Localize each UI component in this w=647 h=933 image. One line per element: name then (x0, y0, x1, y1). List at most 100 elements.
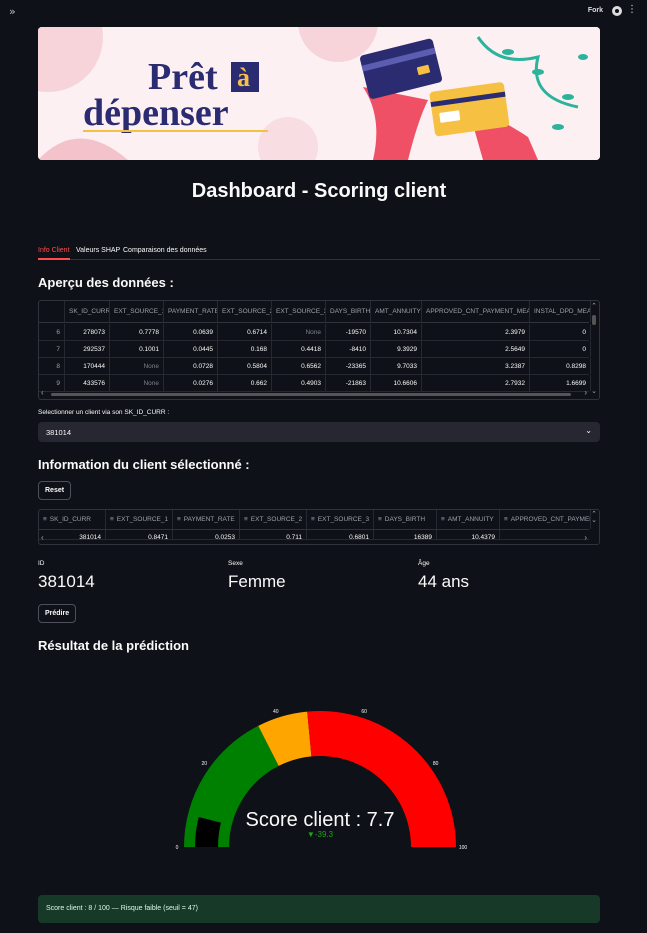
table-cell[interactable]: 0 (530, 324, 591, 340)
column-header-label: EXT_SOURCE_1 (116, 516, 169, 523)
column-header[interactable]: ≡ AMT_ANNUITY (437, 510, 500, 529)
table-cell[interactable]: 0.0639 (164, 324, 218, 340)
active-tab-indicator (38, 258, 70, 260)
column-type-icon: ≡ (378, 516, 382, 523)
table-cell[interactable]: 0.6562 (272, 358, 326, 374)
row-index: 7 (39, 341, 65, 357)
overview-heading: Aperçu des données : (38, 275, 174, 290)
table-cell[interactable]: 0 (530, 341, 591, 357)
table-cell[interactable]: -8410 (326, 341, 371, 357)
column-header[interactable]: EXT_SOURCE_2 (218, 301, 272, 322)
fork-button[interactable]: Fork (588, 7, 603, 14)
reset-button[interactable]: Reset (38, 481, 72, 500)
table-cell[interactable]: 0.168 (218, 341, 272, 357)
table-cell[interactable]: 0.4418 (272, 341, 326, 357)
table-cell[interactable]: 278073 (65, 324, 110, 340)
column-header[interactable]: APPROVED_CNT_PAYMENT_MEAN (422, 301, 530, 322)
banner-text-line2: dépenser (83, 92, 229, 134)
table-cell[interactable]: 10.7304 (371, 324, 422, 340)
column-header[interactable]: ≡ EXT_SOURCE_2 (240, 510, 307, 529)
table-cell[interactable]: 0.6714 (218, 324, 272, 340)
column-header-label: EXT_SOURCE_2 (250, 516, 303, 523)
column-header[interactable]: ≡ SK_ID_CURR (39, 510, 106, 529)
column-header[interactable]: ≡ EXT_SOURCE_1 (106, 510, 173, 529)
column-header-label: EXT_SOURCE_3 (317, 516, 370, 523)
column-header[interactable]: INSTAL_DPD_MEAN (530, 301, 591, 322)
gauge-delta-text: ▼-39.3 (307, 830, 334, 839)
column-header-label: SK_ID_CURR (49, 516, 91, 523)
column-header[interactable]: ≡ DAYS_BIRTH (374, 510, 437, 529)
column-header[interactable]: EXT_SOURCE_3 (272, 301, 326, 322)
column-header-label: PAYMENT_RATE (183, 516, 235, 523)
column-header-label: AMT_ANNUITY (447, 516, 494, 523)
banner-text-line1b: à (237, 63, 250, 92)
column-type-icon: ≡ (504, 516, 508, 523)
column-type-icon: ≡ (43, 516, 47, 523)
metric-age-value: 44 ans (418, 572, 470, 591)
client-info-heading: Information du client sélectionné : (38, 457, 250, 472)
client-select[interactable]: 381014 ⌄ (38, 422, 600, 442)
gauge-tick-label: 80 (433, 761, 439, 767)
column-header[interactable]: ≡ PAYMENT_RATE (173, 510, 240, 529)
table-horizontal-scrollbar[interactable]: ‹ › (39, 533, 589, 544)
table-cell[interactable]: 0.7778 (110, 324, 164, 340)
table-cell[interactable]: 9.3929 (371, 341, 422, 357)
column-header[interactable]: EXT_SOURCE_1 (110, 301, 164, 322)
table-cell[interactable]: None (110, 358, 164, 374)
gauge-score-text: Score client : 7.7 (246, 809, 395, 831)
table-vertical-scrollbar[interactable]: ⌃ ⌄ (589, 510, 599, 544)
table-cell[interactable]: None (272, 324, 326, 340)
column-type-icon: ≡ (441, 516, 445, 523)
column-header[interactable]: ≡ EXT_SOURCE_3 (307, 510, 374, 529)
expand-sidebar-icon[interactable]: » (9, 5, 16, 18)
table-cell[interactable]: 0.0445 (164, 341, 218, 357)
gauge-tick-label: 60 (361, 709, 367, 715)
table-cell[interactable]: 170444 (65, 358, 110, 374)
gauge-tick-label: 100 (459, 845, 468, 851)
gauge-tick-label: 40 (273, 709, 279, 715)
table-horizontal-scrollbar[interactable]: ‹ › (39, 388, 589, 399)
column-header[interactable]: DAYS_BIRTH (326, 301, 371, 322)
table-cell[interactable]: 0.1001 (110, 341, 164, 357)
tab-comparaison[interactable]: Comparaison des données (123, 247, 207, 254)
table-cell[interactable]: 0.0728 (164, 358, 218, 374)
column-header[interactable]: ≡ APPROVED_CNT_PAYMENT (500, 510, 591, 529)
tab-bar: Info Client Valeurs SHAP Comparaison des… (38, 246, 600, 260)
table-cell[interactable]: -23365 (326, 358, 371, 374)
column-header[interactable]: AMT_ANNUITY (371, 301, 422, 322)
table-cell[interactable]: 292537 (65, 341, 110, 357)
table-header: SK_ID_CURR EXT_SOURCE_1 PAYMENT_RATE EXT… (39, 301, 591, 323)
overview-table[interactable]: SK_ID_CURR EXT_SOURCE_1 PAYMENT_RATE EXT… (38, 300, 600, 400)
gauge-tick-label: 20 (202, 761, 208, 767)
column-header-label: DAYS_BIRTH (384, 516, 426, 523)
column-header[interactable]: SK_ID_CURR (65, 301, 110, 322)
main-menu-icon[interactable]: ⋮ (627, 4, 637, 15)
table-cell[interactable]: 3.2387 (422, 358, 530, 374)
table-cell[interactable]: 9.7033 (371, 358, 422, 374)
banner-illustration: Prêt à dépenser (38, 27, 600, 160)
table-cell[interactable]: -19570 (326, 324, 371, 340)
metric-id-label: ID (38, 560, 45, 567)
tab-info-client[interactable]: Info Client (38, 247, 70, 254)
client-table[interactable]: ≡ SK_ID_CURR ≡ EXT_SOURCE_1 ≡ PAYMENT_RATE… (38, 509, 600, 545)
table-cell[interactable]: 0.8298 (530, 358, 591, 374)
row-index: 8 (39, 358, 65, 374)
banner-image: Prêt à dépenser (38, 27, 600, 160)
tab-valeurs-shap[interactable]: Valeurs SHAP (76, 247, 120, 254)
table-vertical-scrollbar[interactable]: ⌃ ⌄ (589, 301, 599, 395)
result-heading: Résultat de la prédiction (38, 638, 189, 653)
table-header: ≡ SK_ID_CURR ≡ EXT_SOURCE_1 ≡ PAYMENT_RATE… (39, 510, 591, 530)
metric-id-value: 381014 (38, 572, 95, 591)
table-row: 8 170444 None 0.0728 0.5804 0.6562 -23365 9.703… (39, 358, 591, 375)
predict-button[interactable]: Prédire (38, 604, 77, 623)
github-icon[interactable] (612, 6, 622, 16)
table-cell[interactable]: 0.5804 (218, 358, 272, 374)
column-header-label: APPROVED_CNT_PAYMENT (510, 516, 591, 523)
score-gauge: 0 20 40 60 80 100 Score client : 7.7▼-39.3 (176, 709, 468, 851)
row-index: 6 (39, 324, 65, 340)
table-cell[interactable]: 2.5649 (422, 341, 530, 357)
column-header[interactable]: PAYMENT_RATE (164, 301, 218, 322)
result-message: Score client : 8 / 100 — Risque faible (… (38, 895, 600, 923)
table-cell[interactable]: 2.3979 (422, 324, 530, 340)
index-header (39, 301, 65, 322)
